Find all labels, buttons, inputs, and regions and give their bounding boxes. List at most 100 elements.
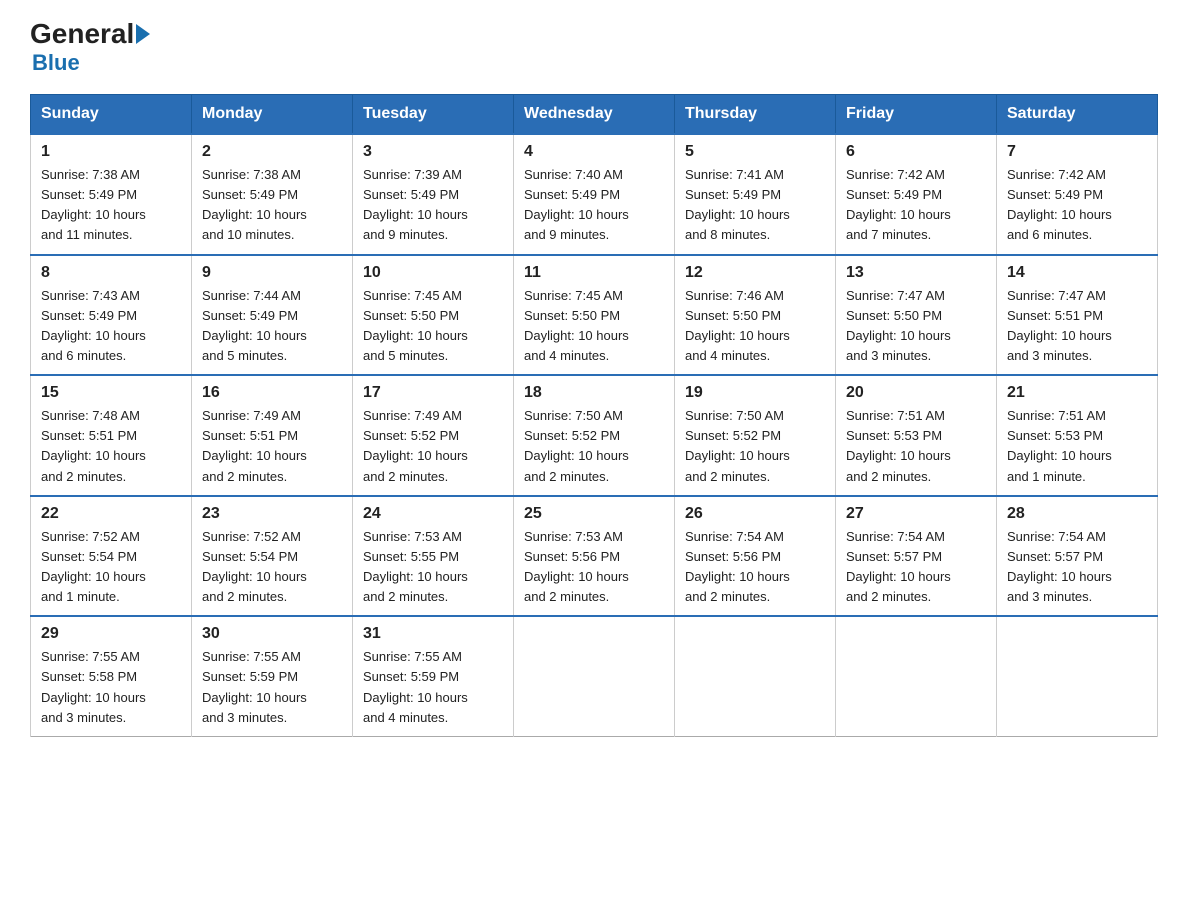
weekday-header-friday: Friday [836, 95, 997, 135]
day-number: 2 [202, 143, 342, 161]
day-number: 10 [363, 264, 503, 282]
day-cell-12: 12 Sunrise: 7:46 AM Sunset: 5:50 PM Dayl… [675, 255, 836, 376]
day-info: Sunrise: 7:43 AM Sunset: 5:49 PM Dayligh… [41, 286, 181, 367]
day-info: Sunrise: 7:49 AM Sunset: 5:51 PM Dayligh… [202, 406, 342, 487]
day-info: Sunrise: 7:44 AM Sunset: 5:49 PM Dayligh… [202, 286, 342, 367]
day-cell-27: 27 Sunrise: 7:54 AM Sunset: 5:57 PM Dayl… [836, 496, 997, 617]
day-cell-24: 24 Sunrise: 7:53 AM Sunset: 5:55 PM Dayl… [353, 496, 514, 617]
day-info: Sunrise: 7:49 AM Sunset: 5:52 PM Dayligh… [363, 406, 503, 487]
weekday-header-sunday: Sunday [31, 95, 192, 135]
page-header: General Blue [30, 20, 1158, 76]
day-info: Sunrise: 7:53 AM Sunset: 5:56 PM Dayligh… [524, 527, 664, 608]
day-cell-19: 19 Sunrise: 7:50 AM Sunset: 5:52 PM Dayl… [675, 375, 836, 496]
day-cell-5: 5 Sunrise: 7:41 AM Sunset: 5:49 PM Dayli… [675, 134, 836, 255]
day-cell-7: 7 Sunrise: 7:42 AM Sunset: 5:49 PM Dayli… [997, 134, 1158, 255]
day-info: Sunrise: 7:55 AM Sunset: 5:59 PM Dayligh… [363, 647, 503, 728]
day-info: Sunrise: 7:50 AM Sunset: 5:52 PM Dayligh… [524, 406, 664, 487]
day-number: 5 [685, 143, 825, 161]
day-number: 16 [202, 384, 342, 402]
weekday-header-row: SundayMondayTuesdayWednesdayThursdayFrid… [31, 95, 1158, 135]
day-number: 19 [685, 384, 825, 402]
day-info: Sunrise: 7:45 AM Sunset: 5:50 PM Dayligh… [363, 286, 503, 367]
day-info: Sunrise: 7:51 AM Sunset: 5:53 PM Dayligh… [846, 406, 986, 487]
day-number: 31 [363, 625, 503, 643]
day-info: Sunrise: 7:53 AM Sunset: 5:55 PM Dayligh… [363, 527, 503, 608]
logo-arrow-icon [136, 24, 150, 44]
day-number: 24 [363, 505, 503, 523]
day-cell-22: 22 Sunrise: 7:52 AM Sunset: 5:54 PM Dayl… [31, 496, 192, 617]
day-number: 25 [524, 505, 664, 523]
day-info: Sunrise: 7:38 AM Sunset: 5:49 PM Dayligh… [202, 165, 342, 246]
day-cell-29: 29 Sunrise: 7:55 AM Sunset: 5:58 PM Dayl… [31, 616, 192, 736]
day-number: 23 [202, 505, 342, 523]
day-cell-15: 15 Sunrise: 7:48 AM Sunset: 5:51 PM Dayl… [31, 375, 192, 496]
day-info: Sunrise: 7:48 AM Sunset: 5:51 PM Dayligh… [41, 406, 181, 487]
day-number: 14 [1007, 264, 1147, 282]
day-cell-23: 23 Sunrise: 7:52 AM Sunset: 5:54 PM Dayl… [192, 496, 353, 617]
day-info: Sunrise: 7:52 AM Sunset: 5:54 PM Dayligh… [41, 527, 181, 608]
day-info: Sunrise: 7:55 AM Sunset: 5:58 PM Dayligh… [41, 647, 181, 728]
day-cell-8: 8 Sunrise: 7:43 AM Sunset: 5:49 PM Dayli… [31, 255, 192, 376]
day-info: Sunrise: 7:52 AM Sunset: 5:54 PM Dayligh… [202, 527, 342, 608]
day-number: 29 [41, 625, 181, 643]
day-cell-25: 25 Sunrise: 7:53 AM Sunset: 5:56 PM Dayl… [514, 496, 675, 617]
day-cell-18: 18 Sunrise: 7:50 AM Sunset: 5:52 PM Dayl… [514, 375, 675, 496]
day-number: 26 [685, 505, 825, 523]
weekday-header-wednesday: Wednesday [514, 95, 675, 135]
day-info: Sunrise: 7:41 AM Sunset: 5:49 PM Dayligh… [685, 165, 825, 246]
empty-cell [997, 616, 1158, 736]
day-info: Sunrise: 7:54 AM Sunset: 5:57 PM Dayligh… [1007, 527, 1147, 608]
day-info: Sunrise: 7:51 AM Sunset: 5:53 PM Dayligh… [1007, 406, 1147, 487]
day-number: 7 [1007, 143, 1147, 161]
day-info: Sunrise: 7:42 AM Sunset: 5:49 PM Dayligh… [1007, 165, 1147, 246]
day-number: 4 [524, 143, 664, 161]
day-number: 15 [41, 384, 181, 402]
day-cell-20: 20 Sunrise: 7:51 AM Sunset: 5:53 PM Dayl… [836, 375, 997, 496]
day-cell-3: 3 Sunrise: 7:39 AM Sunset: 5:49 PM Dayli… [353, 134, 514, 255]
week-row-1: 1 Sunrise: 7:38 AM Sunset: 5:49 PM Dayli… [31, 134, 1158, 255]
day-cell-21: 21 Sunrise: 7:51 AM Sunset: 5:53 PM Dayl… [997, 375, 1158, 496]
day-info: Sunrise: 7:45 AM Sunset: 5:50 PM Dayligh… [524, 286, 664, 367]
weekday-header-tuesday: Tuesday [353, 95, 514, 135]
day-info: Sunrise: 7:54 AM Sunset: 5:56 PM Dayligh… [685, 527, 825, 608]
day-cell-30: 30 Sunrise: 7:55 AM Sunset: 5:59 PM Dayl… [192, 616, 353, 736]
week-row-4: 22 Sunrise: 7:52 AM Sunset: 5:54 PM Dayl… [31, 496, 1158, 617]
logo: General Blue [30, 20, 152, 76]
day-info: Sunrise: 7:54 AM Sunset: 5:57 PM Dayligh… [846, 527, 986, 608]
empty-cell [836, 616, 997, 736]
logo-general-text: General [30, 20, 134, 48]
day-info: Sunrise: 7:40 AM Sunset: 5:49 PM Dayligh… [524, 165, 664, 246]
day-cell-4: 4 Sunrise: 7:40 AM Sunset: 5:49 PM Dayli… [514, 134, 675, 255]
day-number: 28 [1007, 505, 1147, 523]
day-number: 30 [202, 625, 342, 643]
week-row-5: 29 Sunrise: 7:55 AM Sunset: 5:58 PM Dayl… [31, 616, 1158, 736]
day-info: Sunrise: 7:42 AM Sunset: 5:49 PM Dayligh… [846, 165, 986, 246]
weekday-header-monday: Monday [192, 95, 353, 135]
day-info: Sunrise: 7:46 AM Sunset: 5:50 PM Dayligh… [685, 286, 825, 367]
day-info: Sunrise: 7:39 AM Sunset: 5:49 PM Dayligh… [363, 165, 503, 246]
day-info: Sunrise: 7:47 AM Sunset: 5:50 PM Dayligh… [846, 286, 986, 367]
day-cell-14: 14 Sunrise: 7:47 AM Sunset: 5:51 PM Dayl… [997, 255, 1158, 376]
day-number: 6 [846, 143, 986, 161]
week-row-2: 8 Sunrise: 7:43 AM Sunset: 5:49 PM Dayli… [31, 255, 1158, 376]
day-number: 3 [363, 143, 503, 161]
day-cell-16: 16 Sunrise: 7:49 AM Sunset: 5:51 PM Dayl… [192, 375, 353, 496]
day-number: 8 [41, 264, 181, 282]
day-cell-28: 28 Sunrise: 7:54 AM Sunset: 5:57 PM Dayl… [997, 496, 1158, 617]
day-number: 27 [846, 505, 986, 523]
day-info: Sunrise: 7:50 AM Sunset: 5:52 PM Dayligh… [685, 406, 825, 487]
day-cell-10: 10 Sunrise: 7:45 AM Sunset: 5:50 PM Dayl… [353, 255, 514, 376]
day-info: Sunrise: 7:55 AM Sunset: 5:59 PM Dayligh… [202, 647, 342, 728]
empty-cell [514, 616, 675, 736]
day-number: 11 [524, 264, 664, 282]
day-number: 9 [202, 264, 342, 282]
day-cell-6: 6 Sunrise: 7:42 AM Sunset: 5:49 PM Dayli… [836, 134, 997, 255]
weekday-header-saturday: Saturday [997, 95, 1158, 135]
day-info: Sunrise: 7:38 AM Sunset: 5:49 PM Dayligh… [41, 165, 181, 246]
day-cell-31: 31 Sunrise: 7:55 AM Sunset: 5:59 PM Dayl… [353, 616, 514, 736]
empty-cell [675, 616, 836, 736]
day-number: 1 [41, 143, 181, 161]
logo-blue-text: Blue [32, 50, 80, 76]
day-number: 18 [524, 384, 664, 402]
day-cell-11: 11 Sunrise: 7:45 AM Sunset: 5:50 PM Dayl… [514, 255, 675, 376]
